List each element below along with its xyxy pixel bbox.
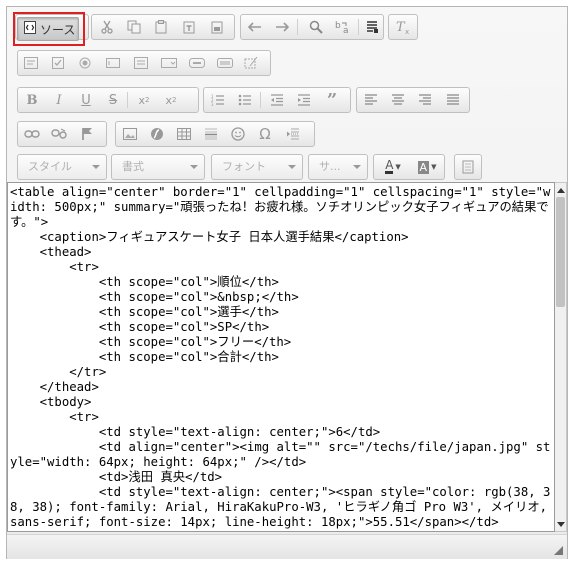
remove-format-icon[interactable]: Tx <box>392 17 414 37</box>
textarea-icon[interactable] <box>130 53 152 73</box>
radio-icon[interactable] <box>74 53 96 73</box>
align-center-icon[interactable] <box>387 90 409 110</box>
align-right-icon[interactable] <box>414 90 436 110</box>
indent-icon[interactable] <box>293 90 315 110</box>
toolbar-group-align <box>356 87 470 113</box>
button-icon[interactable] <box>186 53 208 73</box>
size-combo[interactable]: サ... <box>308 154 368 180</box>
editor-statusbar <box>7 534 567 559</box>
underline-icon[interactable]: U <box>75 90 97 110</box>
scrollbar-thumb[interactable] <box>556 197 565 307</box>
subscript-icon[interactable]: x2 <box>133 90 155 110</box>
separator <box>297 19 298 35</box>
style-combo[interactable]: スタイル <box>17 154 107 180</box>
text-color-button[interactable]: A ▼ <box>378 157 408 177</box>
size-combo-label: サ... <box>319 160 341 173</box>
page-break-icon[interactable] <box>282 124 304 144</box>
resize-handle-icon[interactable] <box>554 546 563 555</box>
blockquote-icon[interactable]: ” <box>321 90 343 111</box>
source-textarea[interactable]: <table align="center" border="1" cellpad… <box>7 182 555 532</box>
text-color-icon: A <box>385 158 394 174</box>
separator <box>358 19 359 35</box>
toolbar-group-editing: ba <box>240 14 384 40</box>
bulleted-list-icon[interactable] <box>234 90 256 110</box>
anchor-icon[interactable] <box>76 124 98 144</box>
select-all-icon[interactable] <box>361 17 383 37</box>
toolbar-group-basicstyles: B I U S x2 x2 <box>17 87 199 113</box>
table-icon[interactable] <box>173 124 195 144</box>
format-combo[interactable]: 書式 <box>111 154 205 180</box>
rich-text-editor: ソース b a T x B I U S x 2 x 2 1 2 3 ” Ω スタ… <box>6 6 568 559</box>
undo-icon[interactable] <box>244 17 266 37</box>
redo-icon[interactable] <box>271 17 293 37</box>
toolbar-group-clipboard <box>91 14 235 40</box>
unlink-icon[interactable] <box>48 124 70 144</box>
form-icon[interactable] <box>20 53 42 73</box>
show-blocks-icon[interactable] <box>457 157 479 177</box>
chevron-down-icon <box>92 165 100 169</box>
scroll-down-icon[interactable] <box>556 519 566 529</box>
chevron-down-icon: ▼ <box>431 163 437 171</box>
numbered-list-icon[interactable]: 123 <box>207 90 229 110</box>
toolbar: ソース b a T x B I U S x 2 x 2 1 2 3 ” Ω スタ… <box>7 7 567 180</box>
scroll-up-icon[interactable] <box>556 185 566 195</box>
separator <box>260 92 261 108</box>
svg-text:b: b <box>335 21 341 31</box>
font-combo-label: フォント <box>222 160 266 173</box>
image-icon[interactable] <box>119 124 141 144</box>
text-field-icon[interactable] <box>102 53 124 73</box>
chevron-down-icon <box>288 165 296 169</box>
special-char-icon[interactable]: Ω <box>254 124 276 144</box>
toolbar-group-colors: A ▼ A ▼ <box>373 154 445 180</box>
toolbar-group-cleanup: Tx <box>388 14 418 40</box>
toolbar-group-links <box>17 121 107 147</box>
superscript-icon[interactable]: x2 <box>160 90 182 110</box>
source-code-text: <table align="center" border="1" cellpad… <box>10 185 551 529</box>
bg-color-icon: A <box>417 160 430 174</box>
svg-text:3: 3 <box>211 102 214 106</box>
paste-word-icon[interactable] <box>206 17 228 37</box>
toolbar-group-lists: 123 ” <box>203 87 351 113</box>
toolbar-group-tools <box>454 154 482 180</box>
bg-color-button[interactable]: A ▼ <box>412 157 442 177</box>
horizontal-rule-icon[interactable] <box>200 124 222 144</box>
justify-icon[interactable] <box>442 90 464 110</box>
image-button-icon[interactable] <box>214 53 236 73</box>
outdent-icon[interactable] <box>266 90 288 110</box>
source-highlight-box <box>13 12 85 46</box>
italic-icon[interactable]: I <box>48 90 70 110</box>
svg-text:x: x <box>405 28 409 34</box>
smiley-icon[interactable] <box>227 124 249 144</box>
checkbox-icon[interactable] <box>47 53 69 73</box>
select-icon[interactable] <box>158 53 180 73</box>
style-combo-label: スタイル <box>28 160 72 173</box>
chevron-down-icon: ▼ <box>395 163 401 171</box>
chevron-down-icon <box>190 165 198 169</box>
cut-icon[interactable] <box>96 17 118 37</box>
toolbar-group-forms <box>17 50 271 76</box>
hidden-field-icon[interactable] <box>240 53 262 73</box>
replace-icon[interactable]: ba <box>332 17 354 37</box>
strike-icon[interactable]: S <box>102 90 124 110</box>
paste-text-icon[interactable] <box>178 17 200 37</box>
toolbar-group-insert: Ω <box>115 121 315 147</box>
link-icon[interactable] <box>21 124 43 144</box>
font-combo[interactable]: フォント <box>211 154 303 180</box>
align-left-icon[interactable] <box>360 90 382 110</box>
separator <box>127 92 128 108</box>
bold-icon[interactable]: B <box>21 90 43 110</box>
vertical-scrollbar[interactable] <box>555 182 567 532</box>
svg-text:a: a <box>343 26 349 34</box>
flash-icon[interactable] <box>146 124 168 144</box>
find-icon[interactable] <box>305 17 327 37</box>
copy-icon[interactable] <box>123 17 145 37</box>
paste-icon[interactable] <box>150 17 172 37</box>
format-combo-label: 書式 <box>122 160 144 173</box>
chevron-down-icon <box>353 165 361 169</box>
